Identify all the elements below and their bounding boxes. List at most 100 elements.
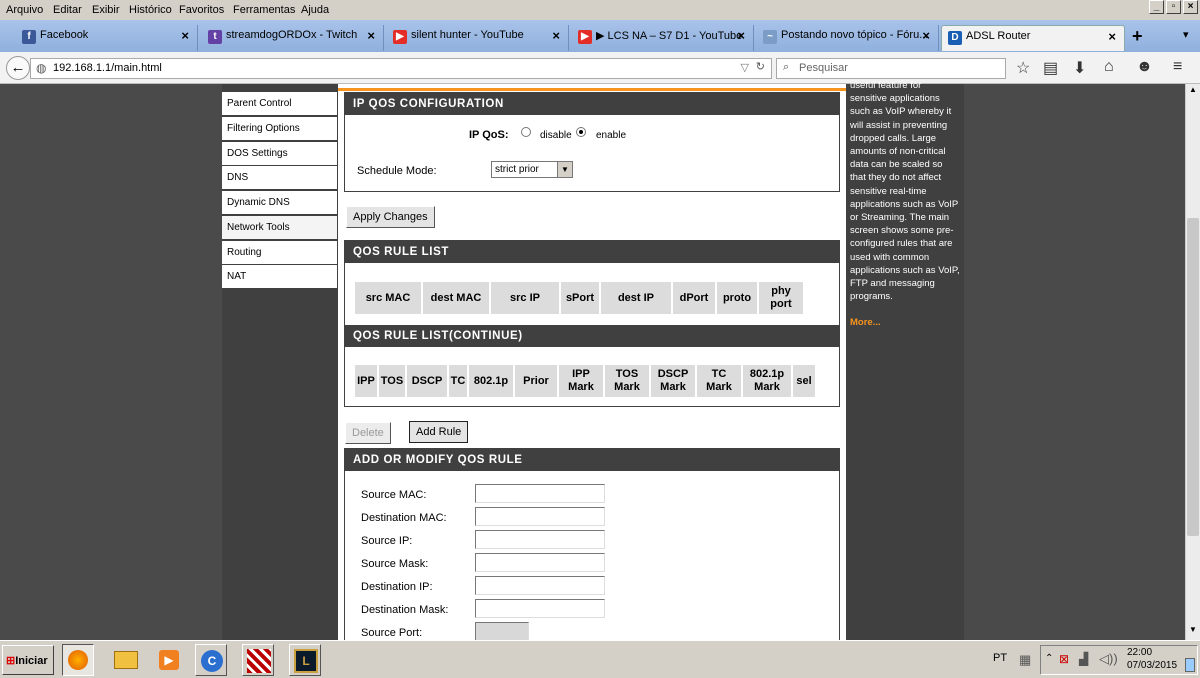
tab-forum[interactable]: ~ Postando novo tópico - Fóru... × — [757, 25, 939, 51]
sidebar-item-filtering-options[interactable]: Filtering Options — [222, 117, 337, 140]
minimize-icon[interactable]: _ — [1149, 0, 1164, 14]
source-ip-input[interactable] — [475, 530, 605, 549]
menu-ferramentas[interactable]: Ferramentas — [233, 4, 295, 16]
media-player-icon[interactable]: ▶ — [153, 644, 185, 676]
source-mac-label: Source MAC: — [361, 489, 427, 501]
sidebar-item-dns[interactable]: DNS — [222, 166, 337, 189]
section-header: IP QOS CONFIGURATION — [345, 93, 839, 115]
close-tab-icon[interactable]: × — [1108, 29, 1116, 44]
tab-youtube-lcs[interactable]: ▶ ▶ LCS NA – S7 D1 - YouTube × — [572, 25, 754, 51]
menu-exibir[interactable]: Exibir — [92, 4, 120, 16]
chevron-down-icon[interactable]: ▼ — [557, 162, 572, 177]
clock-date[interactable]: 07/03/2015 — [1127, 660, 1177, 671]
file-explorer-icon[interactable] — [110, 644, 142, 676]
signal-icon[interactable]: ▟ — [1079, 652, 1088, 666]
tab-twitch[interactable]: t streamdogORDOx - Twitch × — [202, 25, 384, 51]
source-mac-input[interactable] — [475, 484, 605, 503]
source-mask-input[interactable] — [475, 553, 605, 572]
close-icon[interactable]: × — [1183, 0, 1198, 14]
menu-ajuda[interactable]: Ajuda — [301, 4, 329, 16]
vertical-scrollbar[interactable]: ▲ ▼ — [1185, 84, 1200, 640]
tab-youtube-silent-hunter[interactable]: ▶ silent hunter - YouTube × — [387, 25, 569, 51]
dropdown-icon[interactable]: ▽ — [741, 61, 749, 74]
column-header: sel — [793, 365, 815, 397]
close-tab-icon[interactable]: × — [922, 28, 930, 43]
language-indicator[interactable]: PT — [993, 652, 1007, 664]
column-header: dest IP — [601, 282, 671, 314]
scrollbar-thumb[interactable] — [1187, 218, 1199, 536]
disable-radio[interactable] — [521, 127, 531, 137]
maximize-icon[interactable]: ▫ — [1166, 0, 1181, 14]
bookmarks-list-icon[interactable]: ▤ — [1043, 58, 1058, 78]
ip-qos-config-section: IP QOS CONFIGURATION IP QoS: disable ena… — [344, 92, 840, 192]
apply-changes-button[interactable]: Apply Changes — [346, 206, 435, 228]
url-bar[interactable]: ◍ 192.168.1.1/main.html ▽ ↻ — [30, 58, 772, 79]
back-icon[interactable]: ← — [6, 56, 30, 80]
chevron-up-icon[interactable]: ⌃ — [1045, 653, 1053, 664]
sidebar-item-parent-control[interactable]: Parent Control — [222, 92, 337, 115]
sidebar-item-dos-settings[interactable]: DOS Settings — [222, 142, 337, 165]
disable-label: disable — [540, 130, 572, 141]
column-header: IPP Mark — [559, 365, 603, 397]
network-warning-icon[interactable]: ⊠ — [1059, 652, 1069, 666]
column-header: 802.1p Mark — [743, 365, 791, 397]
sidebar-item-nat[interactable]: NAT — [222, 265, 337, 288]
close-tab-icon[interactable]: × — [552, 28, 560, 43]
tab-bar: f Facebook × t streamdogORDOx - Twitch ×… — [0, 20, 1200, 52]
menu-arquivo[interactable]: Arquivo — [6, 4, 43, 16]
tab-list-icon[interactable]: ▾ — [1183, 28, 1189, 41]
column-header: TC Mark — [697, 365, 741, 397]
menu-editar[interactable]: Editar — [53, 4, 82, 16]
chat-icon[interactable]: ☻ — [1136, 58, 1153, 76]
menu-icon[interactable]: ≡ — [1173, 58, 1182, 76]
menu-favoritos[interactable]: Favoritos — [179, 4, 224, 16]
tab-adsl-router[interactable]: D ADSL Router × — [941, 25, 1125, 51]
more-link[interactable]: More... — [850, 316, 960, 329]
delete-button[interactable]: Delete — [345, 422, 391, 444]
close-tab-icon[interactable]: × — [367, 28, 375, 43]
schedule-mode-select[interactable]: strict prior ▼ — [491, 161, 573, 178]
destination-mask-input[interactable] — [475, 599, 605, 618]
sidebar-item-dynamic-dns[interactable]: Dynamic DNS — [222, 191, 337, 214]
tab-title: ▶ LCS NA – S7 D1 - YouTube — [596, 30, 743, 42]
destination-mask-label: Destination Mask: — [361, 604, 449, 616]
scroll-up-icon[interactable]: ▲ — [1187, 85, 1199, 98]
youtube-icon: ▶ — [393, 30, 407, 44]
show-desktop-icon[interactable] — [1185, 658, 1195, 672]
volume-icon[interactable]: ◁)) — [1099, 651, 1118, 667]
destination-ip-input[interactable] — [475, 576, 605, 595]
scroll-down-icon[interactable]: ▼ — [1187, 625, 1199, 638]
new-tab-icon[interactable]: + — [1132, 26, 1143, 47]
destination-mac-input[interactable] — [475, 507, 605, 526]
add-rule-button[interactable]: Add Rule — [409, 421, 469, 443]
rule-list-continue-header-row: IPP TOS DSCP TC 802.1p Prior IPP Mark TO… — [355, 365, 815, 397]
search-icon: ⌕ — [783, 61, 790, 73]
column-header: proto — [717, 282, 757, 314]
column-header: dPort — [673, 282, 715, 314]
league-of-legends-icon[interactable]: L — [289, 644, 321, 676]
close-tab-icon[interactable]: × — [181, 28, 189, 43]
destination-ip-label: Destination IP: — [361, 581, 433, 593]
tab-facebook[interactable]: f Facebook × — [16, 25, 198, 51]
search-input[interactable]: ⌕ Pesquisar — [776, 58, 1006, 79]
reload-icon[interactable]: ↻ — [756, 60, 765, 73]
tab-title: silent hunter - YouTube — [411, 29, 524, 41]
keyboard-icon[interactable]: ▦ — [1019, 652, 1031, 668]
enable-radio[interactable] — [576, 127, 586, 137]
close-tab-icon[interactable]: × — [737, 28, 745, 43]
start-button[interactable]: ⊞Iniciar — [2, 645, 54, 675]
app-icon[interactable]: C — [195, 644, 227, 676]
game-launcher-icon[interactable] — [242, 644, 274, 676]
home-icon[interactable]: ⌂ — [1104, 58, 1114, 76]
enable-label: enable — [596, 130, 627, 141]
bookmark-star-icon[interactable]: ☆ — [1016, 58, 1030, 78]
menu-historico[interactable]: Histórico — [129, 4, 172, 16]
column-header: dest MAC — [423, 282, 489, 314]
sidebar-item-routing[interactable]: Routing — [222, 241, 337, 264]
clock-time[interactable]: 22:00 — [1127, 647, 1152, 658]
sidebar-item-network-tools[interactable]: Network Tools — [222, 216, 337, 239]
download-icon[interactable]: ⬇ — [1073, 58, 1086, 78]
twitch-icon: t — [208, 30, 222, 44]
source-port-input[interactable] — [475, 622, 529, 641]
firefox-icon[interactable] — [62, 644, 94, 676]
